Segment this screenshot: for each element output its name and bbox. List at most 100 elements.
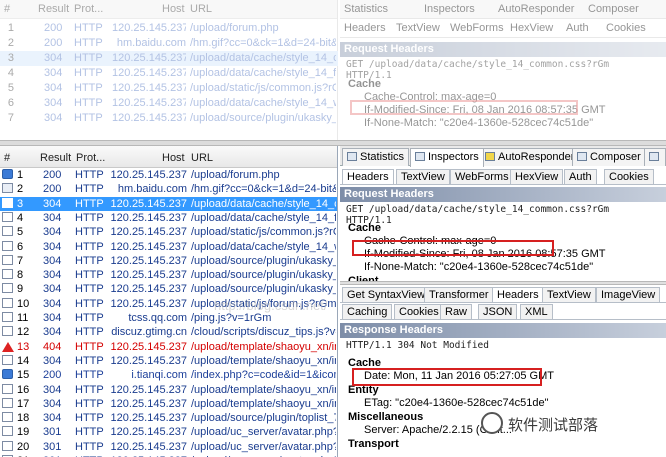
session-cell-num: 3 (17, 197, 24, 210)
session-cell-url: /hm.gif?cc=0&ck=1&d=24-bit&d... (191, 183, 336, 196)
tab-autoresponder[interactable]: AutoResponder (480, 148, 580, 166)
ghost-cell-url: /hm.gif?cc=0&ck=1&d=24-bit&d... (190, 37, 336, 49)
date-highlight (352, 368, 542, 386)
page-icon (2, 254, 13, 265)
tab-overflow[interactable] (644, 148, 666, 166)
session-cell-protocol: HTTP (75, 269, 104, 282)
req-subtab-hexview[interactable]: HexView (510, 169, 564, 184)
session-cell-host: 120.25.145.237 (110, 226, 187, 239)
response-misc-group[interactable]: Miscellaneous (340, 409, 666, 423)
ghost-cell-result: 200 (44, 37, 63, 49)
tab-inspectors[interactable]: Inspectors (410, 148, 484, 167)
tab-composer[interactable]: Composer (572, 148, 646, 166)
ghost-inspector: Statistics Inspectors AutoResponder Comp… (340, 0, 666, 140)
page-icon (2, 397, 13, 408)
resp-subtab-syntaxview[interactable]: Get SyntaxView (342, 287, 431, 302)
session-cell-num: 12 (17, 326, 30, 339)
resp-subtab-cookies[interactable]: Cookies (394, 304, 444, 319)
session-cell-num: 9 (17, 283, 24, 296)
session-row[interactable]: 18 304 HTTP 120.25.145.237/upload/source/pl… (0, 411, 337, 425)
session-cell-protocol: HTTP (75, 183, 104, 196)
session-row[interactable]: 20 301 HTTP 120.25.145.237/upload/uc_server… (0, 440, 337, 454)
header-if-none-match[interactable]: If-None-Match: "c20e4-1360e-528cec74c51d… (340, 260, 666, 273)
session-row[interactable]: 17 304 HTTP 120.25.145.237/upload/template/… (0, 397, 337, 411)
column-header-result[interactable]: Result (40, 152, 71, 164)
column-header-host[interactable]: Host (162, 152, 185, 164)
ghost-cell-url: /upload/source/plugin/ukasky_liv... (190, 112, 336, 124)
request-client-group[interactable]: Client (340, 273, 666, 281)
session-cell-result: 304 (43, 354, 62, 367)
page-icon (2, 283, 13, 294)
session-cell-protocol: HTTP (75, 369, 104, 382)
resp-subtab-headers[interactable]: Headers (492, 287, 544, 302)
session-cell-protocol: HTTP (75, 383, 104, 396)
response-headers-title: Response Headers (340, 323, 666, 338)
session-row[interactable]: 11 304 HTTP tcss.qq.com/ping.js?v=1rGm (0, 311, 337, 325)
session-row[interactable]: 19 301 HTTP 120.25.145.237/upload/uc_server… (0, 425, 337, 439)
response-transport-group[interactable]: Transport (340, 436, 666, 450)
session-row[interactable]: 6 304 HTTP 120.25.145.237/upload/data/cache… (0, 240, 337, 254)
session-row[interactable]: 15 200 HTTP i.tianqi.com/index.php?c=code&i… (0, 368, 337, 382)
header-server[interactable]: Server: Apache/2.2.15 (Cent... (340, 423, 666, 436)
session-row[interactable]: 9 304 HTTP 120.25.145.237/upload/source/plu… (0, 282, 337, 296)
session-row[interactable]: 7 304 HTTP 120.25.145.237/upload/source/plu… (0, 254, 337, 268)
session-cell-host: i.tianqi.com (131, 369, 187, 382)
page-icon (2, 440, 13, 451)
session-row[interactable]: 5 304 HTTP 120.25.145.237/upload/static/js/… (0, 225, 337, 239)
column-header-num[interactable]: # (4, 152, 10, 164)
session-row[interactable]: 13 404 HTTP 120.25.145.237/upload/template/… (0, 340, 337, 354)
ghost-cell-num: 3 (7, 52, 14, 64)
resp-subtab-raw[interactable]: Raw (440, 304, 473, 319)
req-subtab-headers[interactable]: Headers (342, 169, 394, 184)
resp-subtab-caching[interactable]: Caching (342, 304, 393, 319)
resp-subtab-xml[interactable]: XML (520, 304, 553, 319)
ghost-col-protocol: Prot... (74, 3, 104, 15)
session-row[interactable]: 4 304 HTTP 120.25.145.237/upload/data/cache… (0, 211, 337, 225)
session-cell-protocol: HTTP (75, 426, 104, 439)
column-header-url[interactable]: URL (191, 152, 213, 164)
session-cell-result: 304 (43, 269, 62, 282)
session-row[interactable]: 2 200 HTTP hm.baidu.com/hm.gif?cc=0&ck=1&d=… (0, 182, 337, 196)
session-cell-num: 6 (17, 240, 24, 253)
session-row[interactable]: 12 304 HTTP discuz.gtimg.cn/cloud/scripts/d… (0, 325, 337, 339)
ghost-cell-num: 4 (7, 67, 14, 79)
resp-subtab-textview[interactable]: TextView (542, 287, 596, 302)
session-row[interactable]: 14 304 HTTP 120.25.145.237/upload/template/… (0, 354, 337, 368)
page-icon (2, 412, 13, 423)
column-header-protocol[interactable]: Prot... (76, 152, 105, 164)
inspector-icon (415, 152, 425, 161)
resp-subtab-json[interactable]: JSON (478, 304, 518, 319)
ghost-session-list: # Result Prot... Host URL 1 200 HTTP 120.25… (0, 0, 338, 140)
ghost-session-row: 6 304 HTTP 120.25.145.237/upload/data/cache… (0, 96, 338, 111)
session-cell-result: 304 (43, 297, 62, 310)
session-cell-result: 304 (43, 412, 62, 425)
blog-watermark: http://blog.csdn.net/ (214, 298, 328, 313)
response-subtab-row1: Get SyntaxView Transformer Headers TextV… (340, 285, 666, 303)
session-cell-num: 4 (17, 211, 24, 224)
req-subtab-webforms[interactable]: WebForms (450, 169, 514, 184)
req-subtab-cookies[interactable]: Cookies (604, 169, 654, 184)
header-etag[interactable]: ETag: "c20e4-1360e-528cec74c51de" (340, 396, 666, 409)
ghost-cell-num: 5 (7, 82, 14, 94)
session-cell-result: 304 (43, 397, 62, 410)
req-subtab-textview[interactable]: TextView (396, 169, 450, 184)
ghost-cell-result: 304 (44, 52, 63, 64)
resp-subtab-imageview[interactable]: ImageView (596, 287, 661, 302)
tab-autoresponder-label: AutoResponder (498, 151, 575, 163)
resp-subtab-transformer[interactable]: Transformer (424, 287, 494, 302)
session-row[interactable]: 3 304 HTTP 120.25.145.237/upload/data/cache… (0, 196, 337, 211)
session-row[interactable]: 16 304 HTTP 120.25.145.237/upload/template/… (0, 383, 337, 397)
response-cache-group[interactable]: Cache (340, 355, 666, 369)
session-cell-host: 120.25.145.237 (110, 412, 187, 425)
session-cell-result: 304 (43, 211, 62, 224)
session-cell-host: 120.25.145.237 (110, 240, 187, 253)
session-cell-result: 304 (43, 312, 62, 324)
tab-composer-label: Composer (590, 151, 641, 163)
request-line: GET /upload/data/cache/style_14_common.c… (346, 204, 610, 226)
session-cell-host: 120.25.145.237 (110, 440, 187, 453)
session-cell-num: 2 (17, 183, 24, 196)
session-row[interactable]: 8 304 HTTP 120.25.145.237/upload/source/plu… (0, 268, 337, 282)
session-row[interactable]: 1 200 HTTP 120.25.145.237/upload/forum.php (0, 168, 337, 182)
req-subtab-auth[interactable]: Auth (564, 169, 597, 184)
tab-statistics[interactable]: Statistics (342, 148, 410, 166)
